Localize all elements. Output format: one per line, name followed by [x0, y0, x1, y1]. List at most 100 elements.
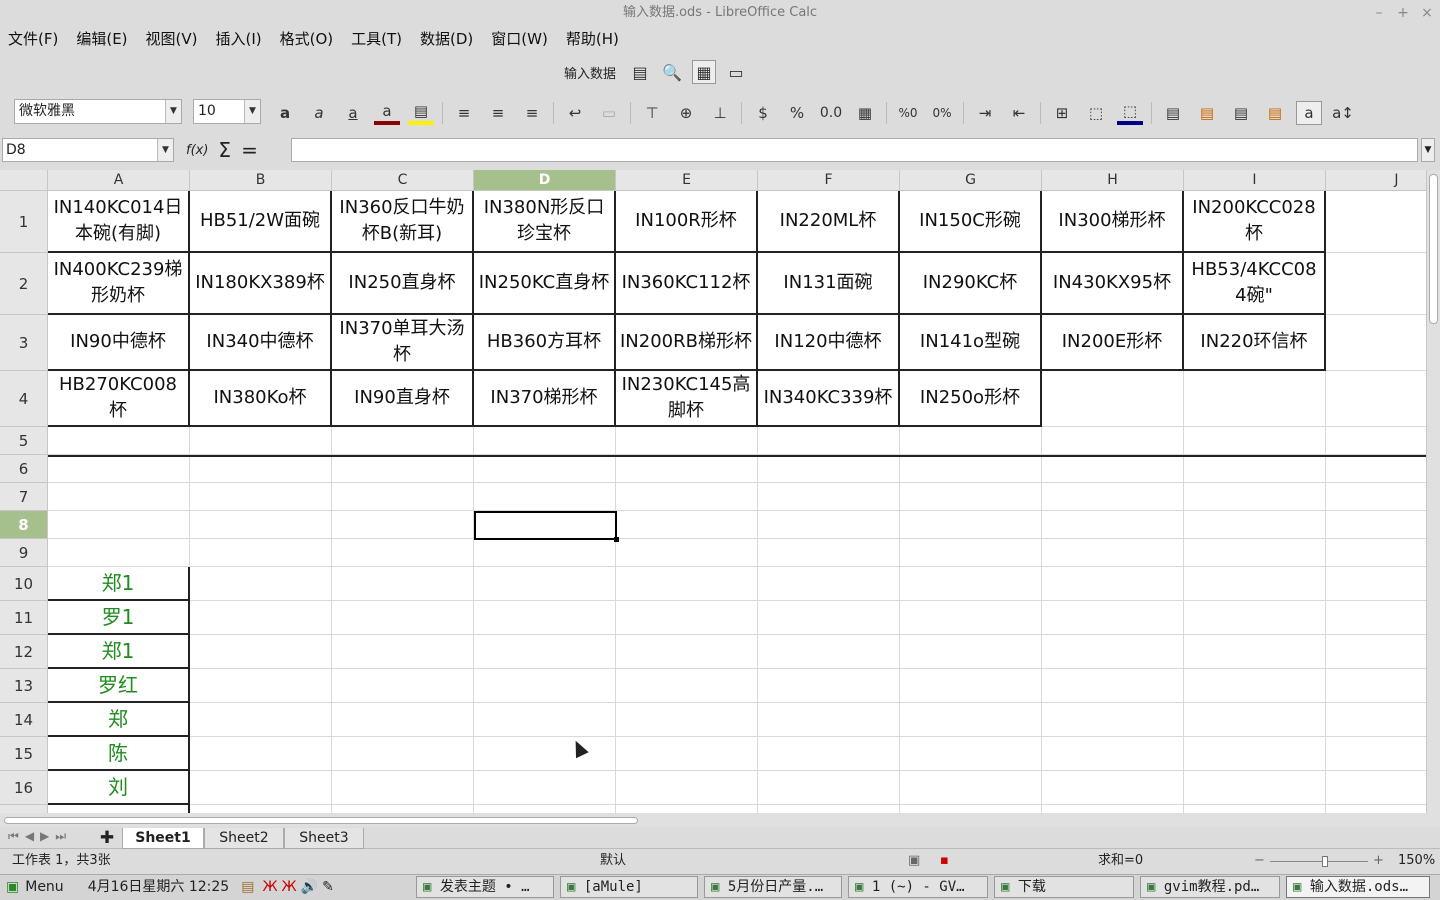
- cell[interactable]: [474, 771, 616, 805]
- menu-icon[interactable]: ▣: [0, 877, 25, 899]
- cell[interactable]: [190, 511, 332, 539]
- align-top-icon[interactable]: ⊤: [639, 101, 665, 125]
- cell[interactable]: [1326, 511, 1426, 539]
- zoom-knob[interactable]: [1322, 856, 1328, 867]
- cell[interactable]: [1326, 483, 1426, 511]
- currency-icon[interactable]: $: [750, 101, 776, 125]
- italic-icon[interactable]: a: [306, 101, 332, 125]
- cell[interactable]: [758, 737, 900, 771]
- number-format-icon[interactable]: 0.0: [818, 101, 844, 125]
- chevron-down-icon[interactable]: ▼: [157, 139, 173, 161]
- cell[interactable]: [1326, 315, 1426, 371]
- row-header[interactable]: 6: [0, 455, 48, 483]
- percent-icon[interactable]: %: [784, 101, 810, 125]
- cell[interactable]: [758, 635, 900, 669]
- active-cell-cursor[interactable]: [474, 511, 619, 542]
- row-header[interactable]: 1: [0, 191, 48, 253]
- cell[interactable]: [190, 455, 332, 483]
- volume-icon[interactable]: 🔊: [299, 877, 320, 899]
- cell[interactable]: [190, 771, 332, 805]
- column-header-c[interactable]: C: [332, 170, 474, 191]
- align-middle-icon[interactable]: ⊕: [673, 101, 699, 125]
- taskbar-window-5[interactable]: ▣ 下载: [994, 876, 1134, 898]
- cell[interactable]: [332, 737, 474, 771]
- cell[interactable]: [474, 703, 616, 737]
- menu-button[interactable]: Menu: [25, 877, 69, 899]
- row-header[interactable]: 12: [0, 635, 48, 669]
- cell[interactable]: IN250KC直身杯: [474, 253, 616, 315]
- cell[interactable]: [332, 805, 474, 813]
- cell[interactable]: IN141o型碗: [900, 315, 1042, 371]
- cell[interactable]: [190, 567, 332, 601]
- record-icon[interactable]: ▤: [628, 60, 652, 84]
- menu-view[interactable]: 视图(V): [146, 28, 198, 49]
- cell[interactable]: [1326, 703, 1426, 737]
- align-right-icon[interactable]: ≡: [519, 101, 545, 125]
- cell[interactable]: [758, 483, 900, 511]
- row-header[interactable]: 13: [0, 669, 48, 703]
- decrease-indent-icon[interactable]: ⇤: [1006, 101, 1032, 125]
- name-box[interactable]: D8 ▼: [2, 138, 174, 162]
- cell[interactable]: 陈: [48, 737, 190, 771]
- cell[interactable]: [332, 511, 474, 539]
- row-header[interactable]: 11: [0, 601, 48, 635]
- cell[interactable]: 罗1: [48, 601, 190, 635]
- cell[interactable]: [1326, 737, 1426, 771]
- cell[interactable]: [900, 427, 1042, 455]
- cell[interactable]: [1326, 191, 1426, 253]
- row-header[interactable]: [0, 805, 48, 813]
- function-wizard-icon[interactable]: f(x): [186, 143, 208, 158]
- cell[interactable]: IN200RB梯形杯: [616, 315, 758, 371]
- cell[interactable]: [474, 635, 616, 669]
- cell[interactable]: IN200E形杯: [1042, 315, 1184, 371]
- cell[interactable]: HB51/2W面碗: [190, 191, 332, 253]
- menu-insert[interactable]: 插入(I): [216, 28, 262, 49]
- wrap-text-icon[interactable]: ↩: [562, 101, 588, 125]
- cell[interactable]: IN200KCC028杯: [1184, 191, 1326, 253]
- cell[interactable]: [1184, 771, 1326, 805]
- menu-tools[interactable]: 工具(T): [351, 28, 402, 49]
- scroll-thumb[interactable]: [4, 817, 638, 824]
- cell[interactable]: [1326, 805, 1426, 813]
- cell[interactable]: [616, 539, 758, 567]
- close-icon[interactable]: ×: [1420, 0, 1434, 26]
- cell[interactable]: [332, 483, 474, 511]
- cell[interactable]: IN230KC145高脚杯: [616, 371, 758, 427]
- row-header[interactable]: 2: [0, 253, 48, 315]
- cell[interactable]: [616, 737, 758, 771]
- cell[interactable]: 郑: [48, 703, 190, 737]
- cell[interactable]: [1042, 703, 1184, 737]
- vertical-scrollbar[interactable]: [1426, 170, 1440, 813]
- cell[interactable]: [616, 669, 758, 703]
- row-header[interactable]: 4: [0, 371, 48, 427]
- align-bottom-icon[interactable]: ⊥: [707, 101, 733, 125]
- cell[interactable]: IN400KC239梯形奶杯: [48, 253, 190, 315]
- cell[interactable]: IN370单耳大汤杯: [332, 315, 474, 371]
- cell[interactable]: [616, 703, 758, 737]
- cell[interactable]: 郑1: [48, 635, 190, 669]
- cell[interactable]: [1184, 737, 1326, 771]
- cell[interactable]: [474, 455, 616, 483]
- font-size-box[interactable]: 10 ▼: [193, 99, 261, 124]
- cell[interactable]: [758, 567, 900, 601]
- cell[interactable]: [1042, 539, 1184, 567]
- cell[interactable]: [900, 737, 1042, 771]
- cell[interactable]: [474, 427, 616, 455]
- cell[interactable]: [1326, 669, 1426, 703]
- cell[interactable]: IN220环信杯: [1184, 315, 1326, 371]
- cell[interactable]: IN131面碗: [758, 253, 900, 315]
- cell[interactable]: [1042, 601, 1184, 635]
- sum-icon[interactable]: Σ: [218, 138, 231, 162]
- cell[interactable]: [1184, 455, 1326, 483]
- cell[interactable]: [900, 483, 1042, 511]
- select-all-corner[interactable]: [0, 170, 48, 191]
- cell[interactable]: [48, 539, 190, 567]
- taskbar-window-4[interactable]: ▣ 1 (~) - GV…: [848, 876, 988, 898]
- cell[interactable]: IN360KC112杯: [616, 253, 758, 315]
- cell[interactable]: [332, 601, 474, 635]
- cell[interactable]: [1042, 805, 1184, 813]
- cell[interactable]: IN360反口牛奶杯B(新耳): [332, 191, 474, 253]
- input-data-label[interactable]: 输入数据: [560, 63, 620, 82]
- cell[interactable]: IN340中德杯: [190, 315, 332, 371]
- remove-decimal-icon[interactable]: 0%: [929, 101, 955, 125]
